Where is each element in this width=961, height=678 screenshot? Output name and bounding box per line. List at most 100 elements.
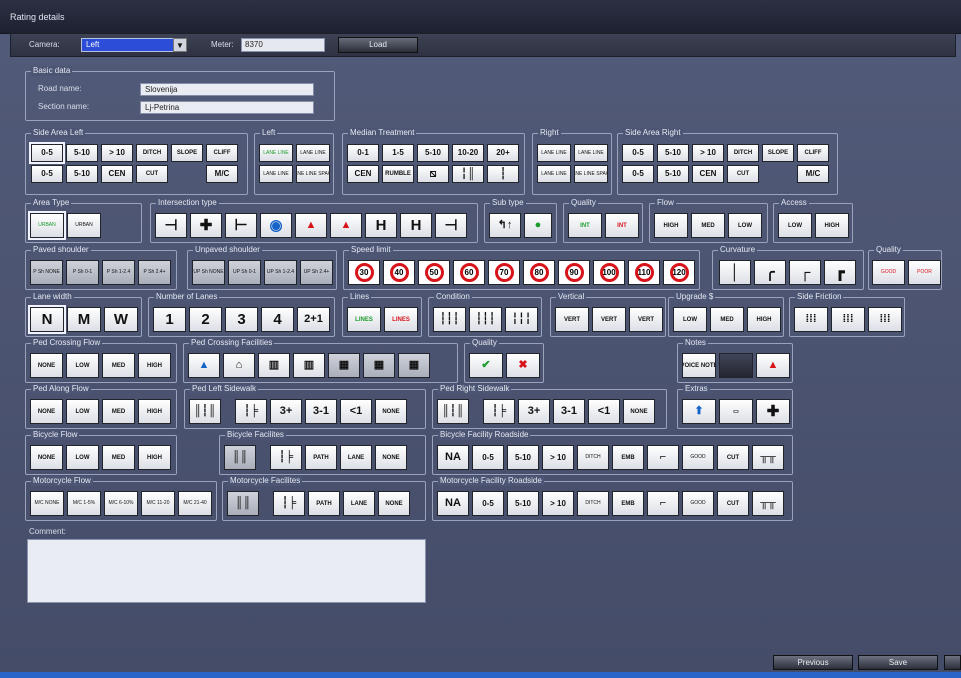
- median-10-20[interactable]: 10-20: [452, 144, 484, 162]
- refuge-island-icon[interactable]: ⌂: [223, 353, 255, 378]
- moto-lane-adjacent-icon[interactable]: ┆╞: [273, 491, 305, 516]
- ped-crossing-none[interactable]: NONE: [30, 353, 63, 378]
- bike-road-cut[interactable]: CUT: [717, 445, 749, 470]
- intersection-t-right-icon[interactable]: ⊢: [225, 213, 257, 238]
- ped-left-less-1[interactable]: <1: [340, 399, 372, 424]
- intersection-h-2[interactable]: H: [400, 213, 432, 238]
- bike-path-separated-icon[interactable]: ║║: [224, 445, 256, 470]
- speed-50[interactable]: 50: [418, 260, 450, 285]
- bike-flow-none[interactable]: NONE: [30, 445, 63, 470]
- lanes-2-plus-1[interactable]: 2+1: [297, 307, 330, 332]
- upgrade-high[interactable]: HIGH: [747, 307, 781, 332]
- crossing-marked-icon[interactable]: ▦: [363, 353, 395, 378]
- ped-along-none[interactable]: NONE: [30, 399, 63, 424]
- moto-road-na[interactable]: NA: [437, 491, 469, 516]
- side-left-ditch[interactable]: DITCH: [136, 144, 168, 162]
- voice-note-button[interactable]: VOICE NOTE: [682, 353, 716, 378]
- moto-fac-lane[interactable]: LANE: [343, 491, 375, 516]
- ped-right-3-plus[interactable]: 3+: [518, 399, 550, 424]
- bike-fac-path[interactable]: PATH: [305, 445, 337, 470]
- bike-road-ditch[interactable]: DITCH: [577, 445, 609, 470]
- ped-left-3-1[interactable]: 3-1: [305, 399, 337, 424]
- right-lane-line-space[interactable]: LANE LINE SPACE: [574, 165, 608, 183]
- area-urban-2[interactable]: URBAN: [67, 213, 101, 238]
- comment-textarea[interactable]: [27, 539, 426, 603]
- bike-lane-adjacent-icon[interactable]: ┆╞: [270, 445, 302, 470]
- ped-crossing-high[interactable]: HIGH: [138, 353, 171, 378]
- speed-30[interactable]: 30: [348, 260, 380, 285]
- intersection-merge-icon[interactable]: ⊣: [435, 213, 467, 238]
- paved-2-4-plus[interactable]: P Sh 2.4+: [138, 260, 171, 285]
- unpaved-0-1[interactable]: UP Sh 0-1: [228, 260, 261, 285]
- curvature-straight-icon[interactable]: │: [719, 260, 751, 285]
- cross-icon[interactable]: ✖: [506, 353, 540, 378]
- side-right-slope[interactable]: SLOPE: [762, 144, 794, 162]
- right-lane-line-3[interactable]: LANE LINE: [537, 165, 571, 183]
- speed-100[interactable]: 100: [593, 260, 625, 285]
- speed-60[interactable]: 60: [453, 260, 485, 285]
- intersection-t-left-icon[interactable]: ⊣: [155, 213, 187, 238]
- speed-120[interactable]: 120: [663, 260, 695, 285]
- bike-road-curb-icon[interactable]: ⌐: [647, 445, 679, 470]
- flow-low[interactable]: LOW: [728, 213, 762, 238]
- lines-good[interactable]: LINES: [347, 307, 381, 332]
- sidewalk-barrier-icon[interactable]: ║┆║: [437, 399, 469, 424]
- previous-button[interactable]: Previous: [773, 655, 853, 670]
- ped-along-med[interactable]: MED: [102, 399, 135, 424]
- vertical-rolling[interactable]: VERT: [592, 307, 626, 332]
- condition-poor-icon[interactable]: ╎╎╎: [505, 307, 538, 332]
- right-lane-line-2[interactable]: LANE LINE: [574, 144, 608, 162]
- quality-curve-good[interactable]: GOOD: [872, 260, 905, 285]
- median-cen[interactable]: CEN: [347, 165, 379, 183]
- side-right-cen[interactable]: CEN: [692, 165, 724, 183]
- quality-int-poor[interactable]: INT: [605, 213, 639, 238]
- turn-arrows-icon[interactable]: ↰↑: [489, 213, 521, 238]
- bike-road-10[interactable]: > 10: [542, 445, 574, 470]
- bike-road-0-5[interactable]: 0-5: [472, 445, 504, 470]
- side-left-cen[interactable]: CEN: [101, 165, 133, 183]
- side-friction-low-icon[interactable]: ⁞⁞⁞: [794, 307, 828, 332]
- lane-width-wide[interactable]: W: [104, 307, 138, 332]
- upgrade-low[interactable]: LOW: [673, 307, 707, 332]
- load-button[interactable]: Load: [338, 37, 418, 53]
- speed-90[interactable]: 90: [558, 260, 590, 285]
- paved-none[interactable]: P Sh NONE: [30, 260, 63, 285]
- speed-110[interactable]: 110: [628, 260, 660, 285]
- moto-flow-none[interactable]: M/C NONE: [30, 491, 64, 516]
- crossing-none-icon[interactable]: ▦: [398, 353, 430, 378]
- one-way-icon[interactable]: ⬆: [682, 399, 716, 424]
- speed-40[interactable]: 40: [383, 260, 415, 285]
- bike-flow-high[interactable]: HIGH: [138, 445, 171, 470]
- side-left-5-10[interactable]: 5-10: [66, 144, 98, 162]
- unpaved-2-4-plus[interactable]: UP Sh 2.4+: [300, 260, 333, 285]
- curvature-very-sharp-icon[interactable]: ┏: [824, 260, 856, 285]
- chevron-down-icon[interactable]: ▼: [173, 38, 187, 52]
- bike-road-5-10[interactable]: 5-10: [507, 445, 539, 470]
- camera-select[interactable]: Left ▼: [81, 38, 187, 52]
- flow-med[interactable]: MED: [691, 213, 725, 238]
- moto-road-curb-icon[interactable]: ⌐: [647, 491, 679, 516]
- lanes-4[interactable]: 4: [261, 307, 294, 332]
- bike-fac-none[interactable]: NONE: [375, 445, 407, 470]
- moto-flow-11-20[interactable]: M/C 11-20: [141, 491, 175, 516]
- side-right-ditch[interactable]: DITCH: [727, 144, 759, 162]
- quality-int-good[interactable]: INT: [568, 213, 602, 238]
- moto-flow-6-10[interactable]: M/C 6-10%: [104, 491, 138, 516]
- side-right-cut[interactable]: CUT: [727, 165, 759, 183]
- quality-curve-poor[interactable]: POOR: [908, 260, 941, 285]
- ped-crossing-low[interactable]: LOW: [66, 353, 99, 378]
- moto-road-10[interactable]: > 10: [542, 491, 574, 516]
- median-rumble[interactable]: RUMBLE: [382, 165, 414, 183]
- side-right-cliff[interactable]: CLIFF: [797, 144, 829, 162]
- paved-1-2-4[interactable]: P Sh 1-2.4: [102, 260, 135, 285]
- lanes-1[interactable]: 1: [153, 307, 186, 332]
- left-lane-line-space[interactable]: LANE LINE SPACE: [296, 165, 330, 183]
- moto-fac-none[interactable]: NONE: [378, 491, 410, 516]
- left-lane-line-1[interactable]: LANE LINE: [259, 144, 293, 162]
- moto-road-barrier-icon[interactable]: ╥╥: [752, 491, 784, 516]
- sidewalk-adjacent-icon[interactable]: ┆╞: [483, 399, 515, 424]
- signal-crossing-2-icon[interactable]: ▥: [293, 353, 325, 378]
- median-barrier-icon[interactable]: ⧅: [417, 165, 449, 183]
- signal-crossing-icon[interactable]: ▥: [258, 353, 290, 378]
- save-button[interactable]: Save: [858, 655, 938, 670]
